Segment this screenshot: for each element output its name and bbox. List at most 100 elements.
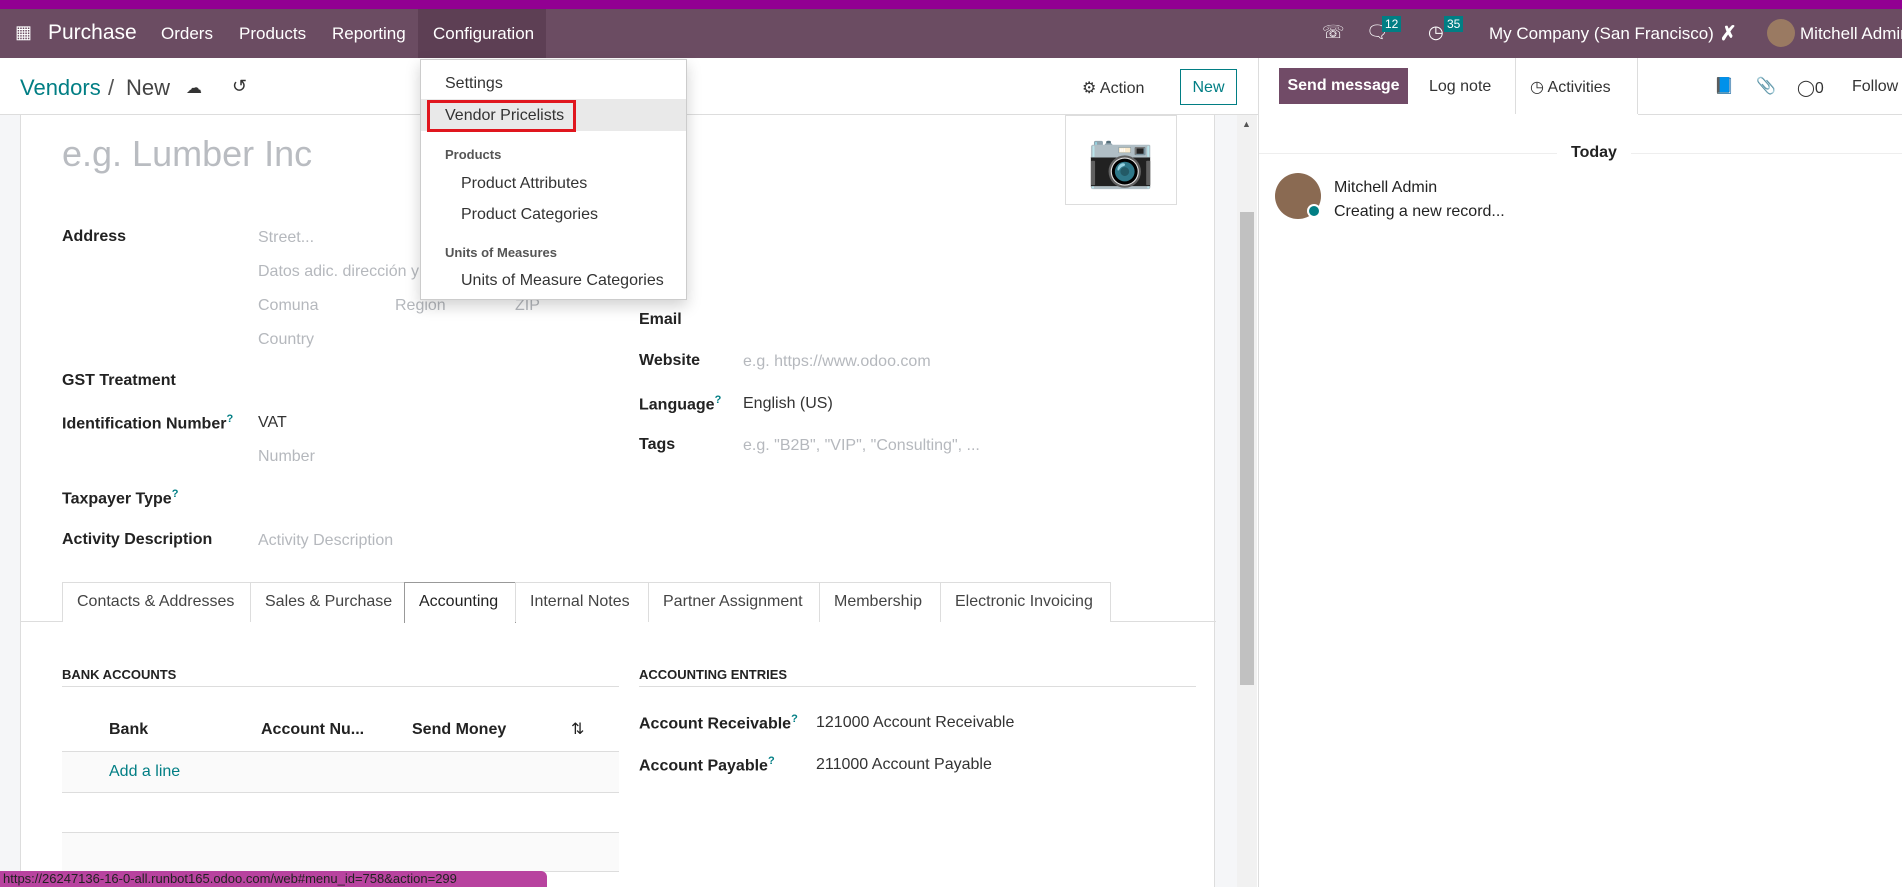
user-menu[interactable]: Mitchell Admin xyxy=(1800,24,1902,44)
follow-button[interactable]: Follow xyxy=(1852,78,1898,96)
language-select[interactable]: English (US) xyxy=(743,395,833,413)
help-tooltip[interactable]: ? xyxy=(715,394,722,406)
tags-input[interactable]: e.g. "B2B", "VIP", "Consulting", ... xyxy=(743,437,980,455)
identification-number-label: Identification Number? xyxy=(62,413,233,433)
debug-tools-icon[interactable]: ✗ xyxy=(1720,21,1737,46)
tab-sales-purchase[interactable]: Sales & Purchase xyxy=(250,582,405,622)
discard-icon[interactable]: ↺ xyxy=(232,76,247,97)
website-input[interactable]: e.g. https://www.odoo.com xyxy=(743,353,931,371)
column-send-money[interactable]: Send Money xyxy=(412,721,506,739)
image-upload-camera-icon[interactable]: 📷 xyxy=(1065,115,1177,205)
log-note-button[interactable]: Log note xyxy=(1429,78,1491,96)
website-label: Website xyxy=(639,352,701,369)
help-tooltip[interactable]: ? xyxy=(791,713,798,725)
phone-icon[interactable]: ☏ xyxy=(1322,22,1345,43)
column-account-number[interactable]: Account Nu... xyxy=(261,721,364,739)
tab-membership[interactable]: Membership xyxy=(819,582,941,622)
tab-contacts-addresses[interactable]: Contacts & Addresses xyxy=(62,582,251,622)
tab-accounting[interactable]: Accounting xyxy=(404,582,516,623)
breadcrumb-vendors[interactable]: Vendors xyxy=(20,75,101,101)
user-avatar[interactable] xyxy=(1767,19,1795,47)
menu-item-vendor-pricelists[interactable]: Vendor Pricelists xyxy=(445,107,564,125)
payable-label-text: Account Payable xyxy=(639,757,768,775)
chat-icon[interactable]: 🗨 12 xyxy=(1366,16,1402,43)
add-a-line-link[interactable]: Add a line xyxy=(109,763,180,781)
help-tooltip[interactable]: ? xyxy=(226,413,233,425)
name-input[interactable]: e.g. Lumber Inc xyxy=(62,133,312,175)
language-label: Language? xyxy=(639,394,721,414)
address-label: Address xyxy=(62,228,127,245)
taxpayer-type-label: Taxpayer Type? xyxy=(62,488,178,508)
receivable-label-text: Account Receivable xyxy=(639,715,792,733)
clock-icon: ◷ xyxy=(1530,79,1544,96)
city-input[interactable]: Comuna xyxy=(258,297,318,315)
app-name[interactable]: Purchase xyxy=(48,21,137,45)
menu-item-product-categories[interactable]: Product Categories xyxy=(461,206,598,224)
id-label-text: Identification Number xyxy=(62,415,227,433)
activities-badge: 35 xyxy=(1444,16,1464,32)
message-author[interactable]: Mitchell Admin xyxy=(1334,179,1437,197)
company-switcher[interactable]: My Company (San Francisco) xyxy=(1489,24,1714,44)
followers-button[interactable]: ◯0 xyxy=(1797,78,1824,98)
tab-internal-notes[interactable]: Internal Notes xyxy=(515,582,649,622)
menu-section-uom: Units of Measures xyxy=(445,245,557,260)
help-tooltip[interactable]: ? xyxy=(768,755,775,767)
divider xyxy=(62,686,619,687)
configuration-dropdown: Settings Vendor Pricelists Products Prod… xyxy=(420,59,687,300)
divider xyxy=(1638,114,1902,115)
email-label: Email xyxy=(639,311,682,328)
column-bank[interactable]: Bank xyxy=(109,721,148,739)
menu-products[interactable]: Products xyxy=(239,24,306,44)
street2-input[interactable]: Datos adic. dirección y xyxy=(258,263,419,281)
scroll-up-arrow-icon[interactable]: ▲ xyxy=(1242,119,1251,129)
menu-item-settings[interactable]: Settings xyxy=(445,75,503,93)
gear-icon: ⚙ xyxy=(1082,80,1097,97)
id-number-input[interactable]: Number xyxy=(258,448,315,466)
breadcrumb-separator: / xyxy=(108,75,115,100)
optional-columns-toggle-icon[interactable]: ⇅ xyxy=(571,719,584,739)
menu-item-vendor-pricelists-row[interactable]: Vendor Pricelists xyxy=(421,99,686,132)
accounting-entries-title: ACCOUNTING ENTRIES xyxy=(639,667,788,682)
save-cloud-icon[interactable]: ☁ xyxy=(186,78,202,98)
menu-configuration-active[interactable]: Configuration xyxy=(418,9,546,58)
apps-grid-icon[interactable]: ▦ xyxy=(15,22,32,43)
send-message-button[interactable]: Send message xyxy=(1279,68,1408,104)
activity-description-input[interactable]: Activity Description xyxy=(258,532,393,550)
country-input[interactable]: Country xyxy=(258,331,314,349)
account-payable-label: Account Payable? xyxy=(639,755,775,775)
gst-treatment-label: GST Treatment xyxy=(62,372,176,389)
account-receivable-label: Account Receivable? xyxy=(639,713,798,733)
menu-item-uom-categories[interactable]: Units of Measure Categories xyxy=(461,272,664,290)
date-separator: Today xyxy=(1557,144,1631,162)
online-status-icon xyxy=(1307,204,1321,218)
menu-item-product-attributes[interactable]: Product Attributes xyxy=(461,175,587,193)
knowledge-book-icon[interactable]: 📘 xyxy=(1714,76,1734,96)
help-tooltip[interactable]: ? xyxy=(172,488,179,500)
activities-button[interactable]: ◷ Activities xyxy=(1515,58,1638,114)
divider xyxy=(62,832,619,833)
account-receivable-field[interactable]: 121000 Account Receivable xyxy=(816,714,1014,732)
breadcrumb-current: New xyxy=(126,75,171,100)
status-bar-url: https://26247136-16-0-all.runbot165.odoo… xyxy=(0,871,547,887)
chatter-panel: Send message Log note ◷ Activities 📘 📎 ◯… xyxy=(1258,58,1902,887)
form-scrollbar[interactable]: ▲ xyxy=(1237,115,1257,887)
activity-description-label: Activity Description xyxy=(62,531,213,548)
action-menu-button[interactable]: ⚙ Action xyxy=(1082,78,1144,98)
scrollbar-thumb[interactable] xyxy=(1240,212,1254,685)
id-type-select[interactable]: VAT xyxy=(258,414,287,432)
divider xyxy=(639,686,1196,687)
tab-electronic-invoicing[interactable]: Electronic Invoicing xyxy=(940,582,1111,622)
menu-reporting[interactable]: Reporting xyxy=(332,24,406,44)
street-input[interactable]: Street... xyxy=(258,229,314,247)
divider xyxy=(62,792,619,793)
browser-top-strip xyxy=(0,0,1902,9)
menu-orders[interactable]: Orders xyxy=(161,24,213,44)
new-button[interactable]: New xyxy=(1180,69,1237,105)
tab-partner-assignment[interactable]: Partner Assignment xyxy=(648,582,820,622)
attachment-paperclip-icon[interactable]: 📎 xyxy=(1756,76,1776,96)
account-payable-field[interactable]: 211000 Account Payable xyxy=(816,756,992,774)
menu-configuration[interactable]: Configuration xyxy=(433,24,534,44)
followers-count: 0 xyxy=(1814,80,1824,97)
activity-clock-icon[interactable]: ◷ 35 xyxy=(1428,16,1464,43)
action-label: Action xyxy=(1099,80,1145,97)
